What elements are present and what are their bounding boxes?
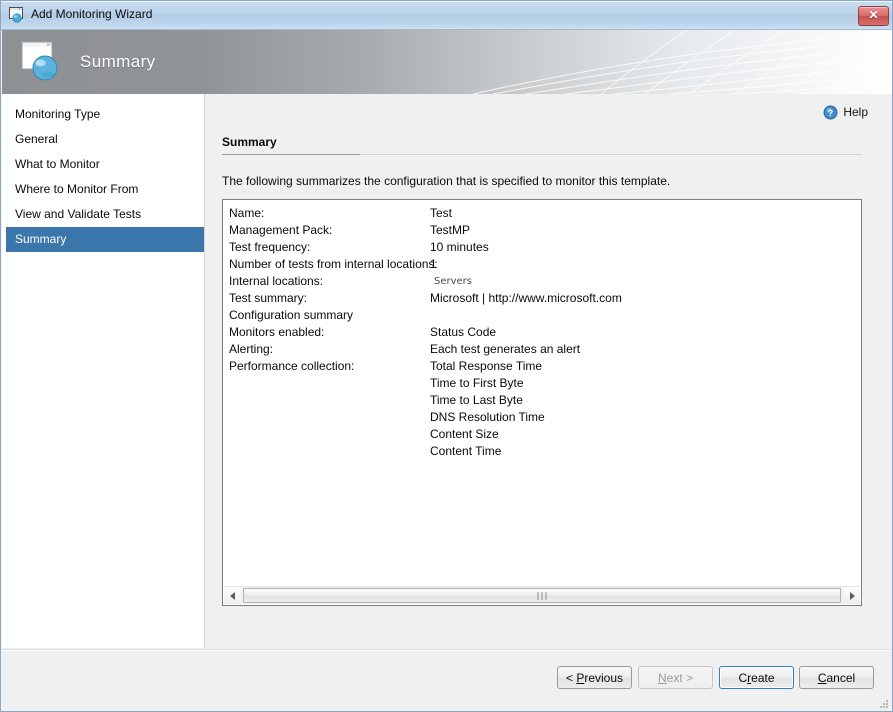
create-button-rest: eate bbox=[751, 670, 775, 685]
banner-title: Summary bbox=[80, 52, 156, 71]
help-link[interactable]: ? Help bbox=[823, 103, 868, 121]
sidebar-item-label: General bbox=[15, 132, 58, 146]
summary-row-label: Internal locations: bbox=[229, 274, 324, 288]
summary-row: Internal locations: Servers bbox=[229, 273, 861, 290]
summary-list-box: Name: Test Management Pack: TestMP Test fr… bbox=[222, 199, 862, 606]
sidebar-item-what-to-monitor[interactable]: What to Monitor bbox=[2, 152, 204, 177]
help-circle-icon: ? bbox=[823, 105, 838, 120]
sidebar-item-label: Where to Monitor From bbox=[15, 182, 139, 196]
sidebar-item-label: Summary bbox=[15, 232, 67, 246]
summary-rows: Name: Test Management Pack: TestMP Test fr… bbox=[229, 205, 861, 460]
summary-row-value: Servers bbox=[434, 276, 473, 287]
horizontal-scrollbar[interactable] bbox=[224, 586, 860, 604]
summary-row-value: Time to Last Byte bbox=[430, 393, 523, 407]
close-button[interactable]: ✕ bbox=[858, 6, 889, 26]
summary-row-label: Management Pack: bbox=[229, 223, 333, 237]
next-button-rest: ext > bbox=[666, 670, 694, 685]
wizard-step-nav: Monitoring Type General What to Monitor … bbox=[2, 94, 205, 648]
summary-row: Management Pack: TestMP bbox=[229, 222, 861, 239]
sidebar-item-view-and-validate-tests[interactable]: View and Validate Tests bbox=[2, 202, 204, 227]
summary-row-value: Time to First Byte bbox=[430, 376, 524, 390]
intro-text: The following summarizes the configurati… bbox=[222, 174, 671, 188]
wizard-footer: < Previous Next > Create Cancel bbox=[2, 651, 892, 711]
sidebar-item-where-to-monitor-from[interactable]: Where to Monitor From bbox=[2, 177, 204, 202]
summary-row-value: Status Code bbox=[430, 325, 497, 339]
summary-row: Monitors enabled: Status Code bbox=[229, 324, 861, 341]
summary-row-value: Content Time bbox=[430, 444, 502, 458]
close-icon: ✕ bbox=[868, 8, 879, 22]
summary-row: Test summary: Microsoft | http://www.micr… bbox=[229, 290, 861, 307]
summary-row: Alerting: Each test generates an alert bbox=[229, 341, 861, 358]
summary-row: Content Size bbox=[229, 426, 861, 443]
summary-row: Number of tests from internal locations:… bbox=[229, 256, 861, 273]
scrollbar-grip-icon bbox=[537, 591, 547, 600]
scrollbar-thumb[interactable] bbox=[243, 588, 841, 603]
summary-row-value: Content Size bbox=[430, 427, 499, 441]
page-title: Summary bbox=[222, 135, 277, 149]
previous-button-prefix: < bbox=[565, 670, 577, 685]
summary-row: Time to First Byte bbox=[229, 375, 861, 392]
summary-row: Configuration summary bbox=[229, 307, 861, 324]
summary-row-value: Each test generates an alert bbox=[430, 342, 581, 356]
scroll-right-arrow-icon[interactable] bbox=[843, 587, 860, 604]
cancel-button-rest: ancel bbox=[826, 670, 856, 685]
summary-row-value: Microsoft | http://www.microsoft.com bbox=[430, 291, 622, 305]
resize-grip-icon[interactable] bbox=[878, 697, 890, 709]
sidebar-item-label: View and Validate Tests bbox=[15, 207, 142, 221]
create-button-prefix: C bbox=[738, 670, 748, 685]
title-bar: Add Monitoring Wizard ✕ bbox=[1, 1, 892, 30]
summary-row-value: Test bbox=[430, 206, 453, 220]
sidebar-item-label: What to Monitor bbox=[15, 157, 100, 171]
summary-row-value: 10 minutes bbox=[430, 240, 489, 254]
summary-row-label: Performance collection: bbox=[229, 359, 355, 373]
next-button[interactable]: Next > bbox=[638, 666, 713, 689]
summary-row: Performance collection: Total Response Ti… bbox=[229, 358, 861, 375]
summary-row-label: Alerting: bbox=[229, 342, 274, 356]
sidebar-item-summary[interactable]: Summary bbox=[6, 227, 204, 252]
summary-row: Name: Test bbox=[229, 205, 861, 222]
summary-row: DNS Resolution Time bbox=[229, 409, 861, 426]
sidebar-item-monitoring-type[interactable]: Monitoring Type bbox=[2, 102, 204, 127]
banner-mesh-decoration bbox=[473, 30, 892, 94]
summary-row-label: Configuration summary bbox=[229, 308, 354, 322]
window-title: Add Monitoring Wizard bbox=[31, 7, 153, 21]
sidebar-item-general[interactable]: General bbox=[2, 127, 204, 152]
summary-row-label: Test frequency: bbox=[229, 240, 311, 254]
summary-row: Time to Last Byte bbox=[229, 392, 861, 409]
previous-button-rest: revious bbox=[584, 670, 624, 685]
next-button-accel: N bbox=[657, 670, 667, 685]
help-label: Help bbox=[843, 105, 868, 119]
summary-row-label: Monitors enabled: bbox=[229, 325, 325, 339]
wizard-banner: Summary bbox=[2, 30, 892, 94]
summary-row-value: Total Response Time bbox=[430, 359, 543, 373]
summary-row: Test frequency: 10 minutes bbox=[229, 239, 861, 256]
summary-row-label: Number of tests from internal locations: bbox=[229, 257, 438, 271]
summary-row-label: Test summary: bbox=[229, 291, 308, 305]
create-button[interactable]: Create bbox=[719, 666, 794, 689]
previous-button[interactable]: < Previous bbox=[557, 666, 632, 689]
wizard-page-globe-icon bbox=[21, 41, 65, 83]
svg-text:?: ? bbox=[828, 108, 834, 118]
cancel-button[interactable]: Cancel bbox=[799, 666, 874, 689]
summary-row-value: 1 bbox=[430, 257, 437, 271]
summary-row: Content Time bbox=[229, 443, 861, 460]
summary-row-label: Name: bbox=[229, 206, 265, 220]
section-divider bbox=[222, 154, 360, 155]
wizard-content-pane: ? Help Summary The following summarizes … bbox=[205, 94, 892, 648]
add-monitoring-wizard-window: Add Monitoring Wizard ✕ Summary Monitori… bbox=[0, 0, 893, 712]
scroll-left-arrow-icon[interactable] bbox=[224, 587, 241, 604]
wizard-window-icon bbox=[9, 7, 26, 23]
summary-row-value: DNS Resolution Time bbox=[430, 410, 545, 424]
summary-row-value: TestMP bbox=[430, 223, 471, 237]
sidebar-item-label: Monitoring Type bbox=[15, 107, 101, 121]
